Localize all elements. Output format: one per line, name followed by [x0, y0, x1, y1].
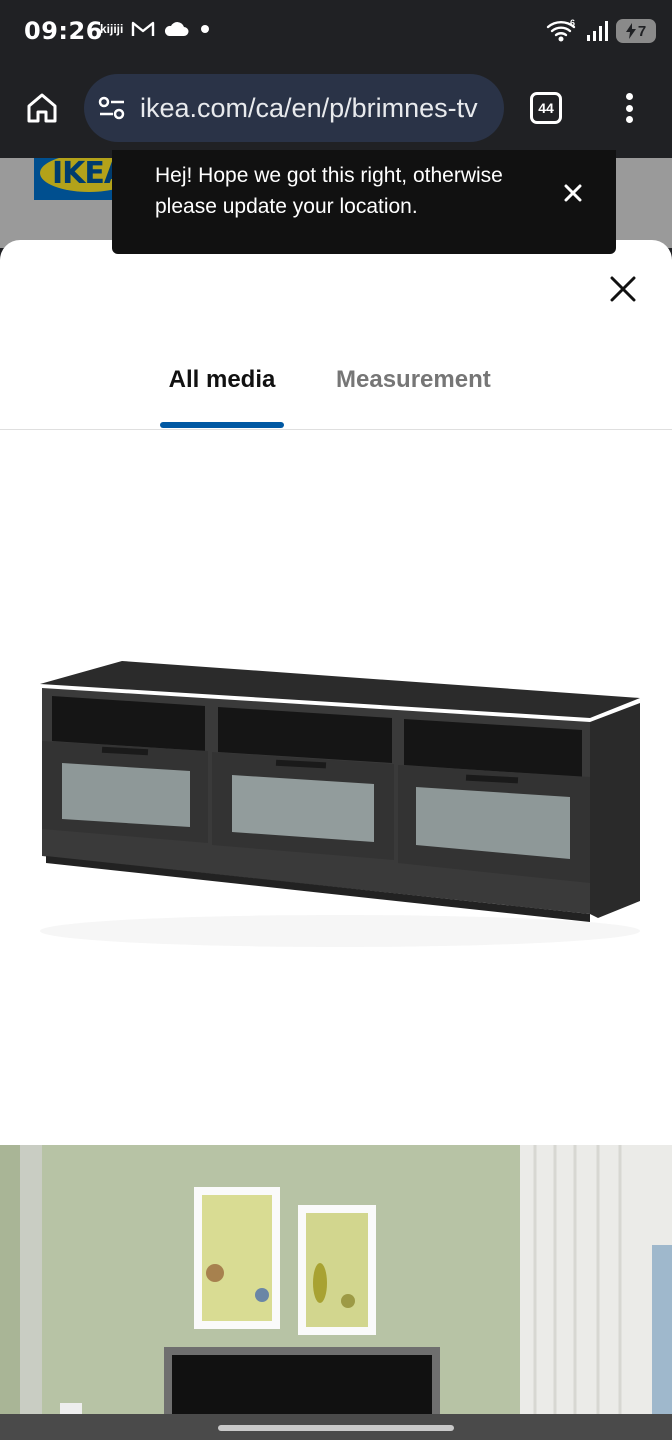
notification-icons: kijiji — [100, 20, 213, 38]
active-tab-indicator — [160, 422, 284, 428]
media-tabs: All media Measurement — [0, 350, 672, 430]
gesture-handle[interactable] — [218, 1425, 454, 1431]
more-menu-icon[interactable] — [614, 90, 644, 126]
product-image[interactable] — [0, 431, 672, 1145]
status-bar: 09:26 kijiji 6 7 — [0, 0, 672, 66]
lifestyle-image[interactable] — [0, 1145, 672, 1414]
close-icon — [564, 184, 582, 202]
tabs-button[interactable]: 44 — [530, 92, 562, 124]
kijiji-icon: kijiji — [100, 22, 124, 36]
system-icons: 6 7 — [546, 18, 656, 44]
close-icon — [610, 276, 636, 302]
wifi-icon: 6 — [546, 18, 576, 42]
battery-level: 7 — [637, 22, 647, 40]
tab-measurement[interactable]: Measurement — [336, 366, 491, 394]
cloud-icon — [165, 22, 189, 36]
site-settings-icon[interactable] — [98, 95, 126, 121]
home-button[interactable] — [22, 88, 62, 128]
tab-count: 44 — [538, 100, 554, 116]
battery-icon: 7 — [616, 19, 656, 43]
gmail-icon — [132, 21, 155, 36]
address-bar[interactable]: ikea.com/ca/en/p/brimnes-tv — [84, 74, 504, 142]
modal-close-button[interactable] — [604, 270, 642, 308]
media-modal: All media Measurement — [0, 240, 672, 1414]
browser-toolbar: ikea.com/ca/en/p/brimnes-tv 44 — [0, 66, 672, 158]
status-time: 09:26 — [24, 17, 103, 45]
room-photo — [0, 1145, 672, 1414]
tab-all-media[interactable]: All media — [160, 366, 284, 394]
toast-message: Hej! Hope we got this right, otherwise p… — [155, 164, 503, 218]
dot-icon — [201, 25, 210, 33]
tv-unit-image — [40, 661, 640, 947]
system-nav-bar — [0, 1414, 672, 1440]
wifi-badge: 6 — [570, 18, 575, 28]
location-toast: Hej! Hope we got this right, otherwise p… — [112, 150, 616, 254]
toast-close-button[interactable] — [558, 178, 588, 208]
home-icon — [27, 93, 57, 123]
signal-icon — [587, 21, 608, 41]
url-text[interactable]: ikea.com/ca/en/p/brimnes-tv — [140, 93, 490, 124]
